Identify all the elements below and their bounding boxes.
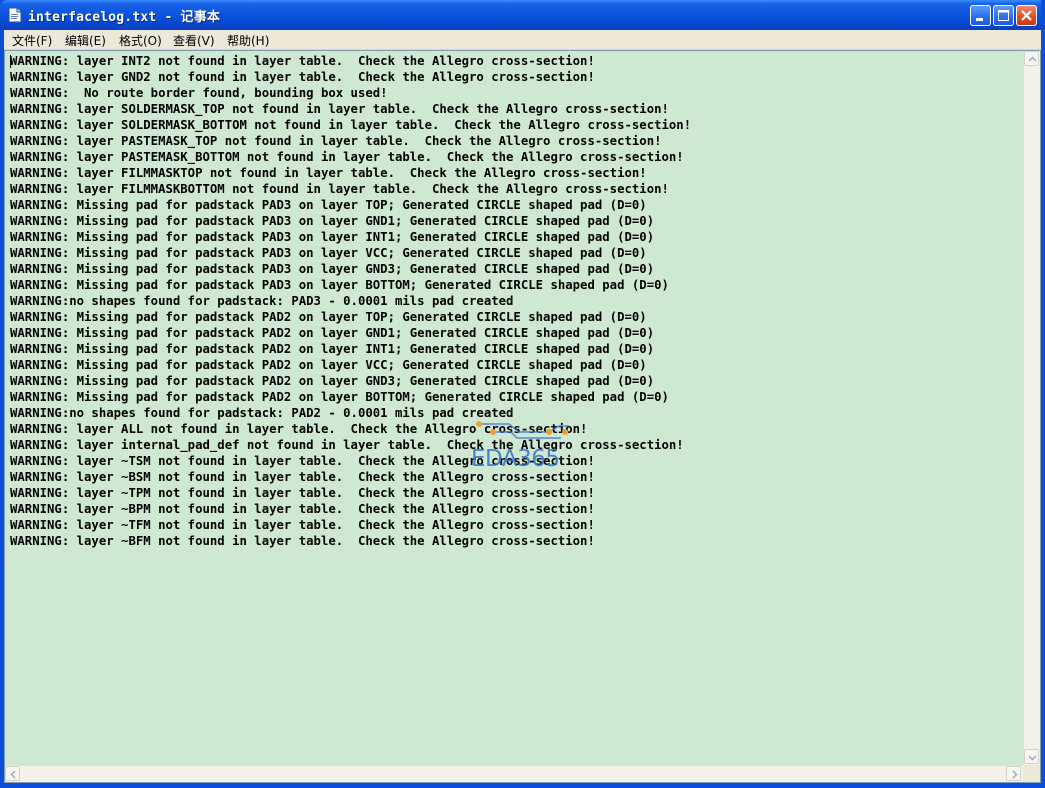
- window-border-bottom: [0, 783, 1045, 788]
- minimize-button[interactable]: [970, 5, 991, 26]
- menu-file[interactable]: 文件(F): [12, 32, 52, 49]
- menu-help[interactable]: 帮助(H): [227, 32, 269, 49]
- title-bar[interactable]: interfacelog.txt - 记事本: [0, 0, 1045, 30]
- menu-view[interactable]: 查看(V): [173, 32, 215, 49]
- minimize-icon: [976, 18, 983, 21]
- arrow-down-icon: [1028, 755, 1037, 761]
- close-icon: [1021, 10, 1032, 21]
- scroll-up-button[interactable]: [1024, 51, 1039, 66]
- scroll-left-button[interactable]: [5, 766, 20, 781]
- circuit-trace-icon: [476, 421, 569, 439]
- scroll-down-button[interactable]: [1024, 749, 1039, 764]
- arrow-up-icon: [1028, 56, 1037, 62]
- arrow-right-icon: [1012, 770, 1018, 779]
- text-editor[interactable]: WARNING: layer INT2 not found in layer t…: [4, 50, 1041, 783]
- menu-edit[interactable]: 编辑(E): [65, 32, 106, 49]
- notepad-window: interfacelog.txt - 记事本 文件(F) 编辑(E) 格式(O)…: [0, 0, 1045, 788]
- vertical-scrollbar[interactable]: [1023, 51, 1040, 765]
- editor-content[interactable]: WARNING: layer INT2 not found in layer t…: [10, 53, 1020, 765]
- scrollbar-corner: [1023, 765, 1040, 782]
- text-caret: [10, 55, 11, 68]
- arrow-left-icon: [10, 770, 16, 779]
- maximize-icon: [998, 10, 1009, 21]
- notepad-document-icon[interactable]: [8, 7, 22, 23]
- menu-format[interactable]: 格式(O): [119, 32, 162, 49]
- maximize-button[interactable]: [993, 5, 1014, 26]
- watermark: EDA365: [471, 418, 581, 474]
- close-button[interactable]: [1016, 5, 1037, 26]
- window-border-right: [1041, 0, 1045, 788]
- scroll-right-button[interactable]: [1006, 766, 1021, 781]
- window-title: interfacelog.txt - 记事本: [28, 10, 221, 25]
- menu-bar: 文件(F) 编辑(E) 格式(O) 查看(V) 帮助(H): [4, 30, 1041, 50]
- watermark-text: EDA365: [471, 446, 560, 472]
- horizontal-scrollbar[interactable]: [5, 765, 1023, 782]
